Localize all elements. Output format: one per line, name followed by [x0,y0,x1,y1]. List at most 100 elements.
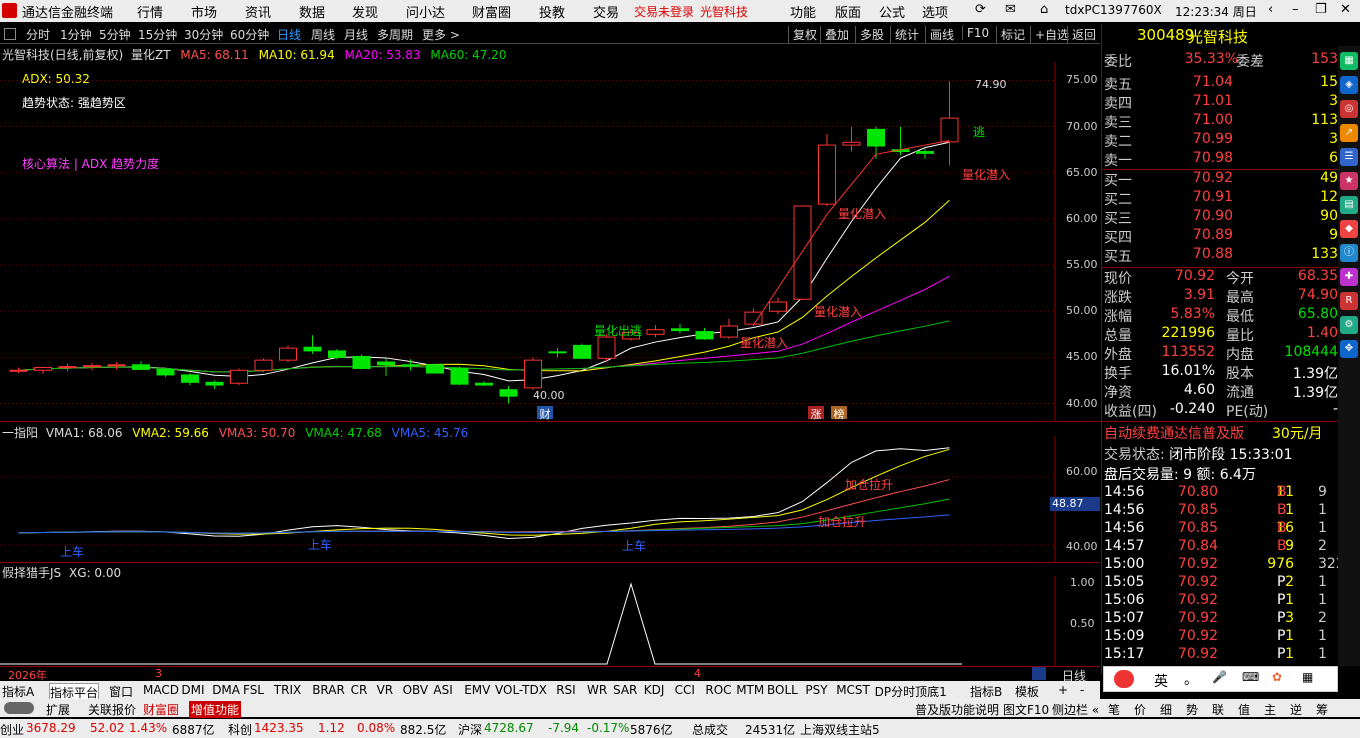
candle-body[interactable] [744,311,763,325]
quote-tab[interactable]: 筹 [1316,701,1328,718]
candle-body[interactable] [720,325,738,338]
apps-icon[interactable]: ▦ [1302,670,1313,684]
candle-body[interactable] [548,351,567,354]
indicator-tab[interactable]: OBV [403,683,429,697]
btn-f10-text[interactable]: 图文F10 [1003,701,1049,718]
tab-15min[interactable]: 15分钟 [138,26,177,43]
indicator-tab[interactable]: SAR [613,683,637,697]
quote-tab[interactable]: 值 [1238,701,1250,718]
indicator-tab[interactable]: CCI [675,683,695,697]
indicator-tab[interactable]: FSL [243,683,264,697]
candle-body[interactable] [940,117,959,143]
btn-diejia[interactable]: 叠加 [820,26,849,43]
indicator-tab[interactable]: VR [377,683,394,697]
bid-row[interactable]: 买一 70.92 49 [1102,170,1338,189]
menu-stock-name[interactable]: 光智科技 [700,3,748,20]
signal-indicator-chart[interactable] [0,576,1100,666]
indicator-tab[interactable]: VOL-TDX [495,683,547,697]
sidebar-toggle-icon[interactable] [4,28,16,40]
quote-tab[interactable]: 笔 [1108,701,1120,718]
candle-body[interactable] [132,364,150,370]
fund-icon[interactable]: ◎ [1340,100,1358,118]
settings-icon[interactable]: ⚙ [1340,316,1358,334]
candle-body[interactable] [426,364,444,374]
promo-text[interactable]: 自动续费通达信普及版 [1104,423,1244,443]
menu-hangqing[interactable]: 行情 [137,2,163,21]
link-icon[interactable]: ⌂ [1040,2,1048,17]
candle-body[interactable] [156,368,175,376]
chart-icon[interactable]: ◈ [1340,76,1358,94]
menu-banmian[interactable]: 版面 [835,2,861,21]
quote-tab[interactable]: 价 [1134,701,1146,718]
btn-tongji[interactable]: 统计 [890,26,919,43]
candle-body[interactable] [328,350,346,358]
candle-body[interactable] [9,369,28,372]
candle-body[interactable] [842,141,861,146]
candle-body[interactable] [671,328,689,332]
btn-huaxian[interactable]: 画线 [925,26,954,43]
limit-up-marker[interactable]: 涨 [808,406,824,421]
menu-wenxiaoda[interactable]: 问小达 [406,2,445,21]
menu-shichang[interactable]: 市场 [191,2,217,21]
indicator-tab[interactable]: DMI [181,683,204,697]
quote-tab[interactable]: 细 [1160,701,1172,718]
trend-icon[interactable]: ↗ [1340,124,1358,142]
indicator-tab[interactable]: MCST [836,683,870,697]
btn-expand[interactable]: 扩展 [46,701,70,718]
candle-body[interactable] [34,367,52,371]
btn-duogu[interactable]: 多股 [855,26,884,43]
list-icon[interactable]: ☰ [1340,148,1358,166]
menu-toujiao[interactable]: 投教 [539,2,565,21]
btn-value-added[interactable]: 增值功能 [189,701,242,718]
candle-body[interactable] [475,382,493,386]
ime-lang[interactable]: 英 [1154,671,1168,691]
btn-add-watchlist[interactable]: +自选 [1030,26,1069,43]
refresh-icon[interactable]: ⟳ [975,2,986,17]
indicator-tab[interactable]: 指标A [2,683,34,700]
minimize-icon[interactable]: – [1292,2,1299,17]
scroll-handle[interactable] [1032,667,1046,680]
menu-faxian[interactable]: 发现 [352,2,378,21]
grid-icon[interactable]: ▦ [1340,52,1358,70]
expand-toggle-icon[interactable] [4,702,34,714]
quote-tab[interactable]: 主 [1264,701,1276,718]
menu-caifuquan[interactable]: 财富圈 [472,2,511,21]
candle-body[interactable] [83,365,101,368]
tab-multi-period[interactable]: 多周期 [377,26,413,43]
candle-body[interactable] [818,144,836,205]
menu-gongneng[interactable]: 功能 [790,2,816,21]
hot-icon[interactable]: ◆ [1340,220,1358,238]
ask-row[interactable]: 卖五 71.04 15 [1102,74,1338,93]
tab-fenshi[interactable]: 分时 [26,26,50,43]
btn-fuquan[interactable]: 复权 [788,26,817,43]
indicator-tab-right[interactable]: + [1058,683,1068,697]
close-icon[interactable]: ✕ [1340,2,1351,17]
candle-body[interactable] [230,369,248,384]
candle-body[interactable] [58,366,77,369]
indicator-tab[interactable]: PSY [805,683,827,697]
btn-sidebar[interactable]: 侧边栏 « [1052,701,1099,718]
back-icon[interactable]: ‹ [1268,2,1273,17]
candle-body[interactable] [646,329,665,335]
keyboard-icon[interactable]: ⌨ [1242,670,1259,684]
quote-tab[interactable]: 联 [1212,701,1224,718]
indicator-tab[interactable]: DP分时顶底1 [875,683,947,700]
tab-30min[interactable]: 30分钟 [184,26,223,43]
candle-body[interactable] [695,331,714,340]
bid-row[interactable]: 买三 70.90 90 [1102,208,1338,227]
indicator-tab[interactable]: EMV [464,683,490,697]
skin-icon[interactable]: ✿ [1272,670,1282,684]
btn-version-info[interactable]: 普及版功能说明 [915,701,999,718]
message-icon[interactable]: ✉ [1005,2,1016,17]
ask-row[interactable]: 卖一 70.98 6 [1102,150,1338,169]
ask-row[interactable]: 卖三 71.00 113 [1102,112,1338,131]
news-icon[interactable]: ▤ [1340,196,1358,214]
ime-logo-icon[interactable] [1114,670,1134,688]
indicator-tab[interactable]: WR [587,683,607,697]
mic-icon[interactable]: 🎤 [1212,670,1227,684]
star-icon[interactable]: ★ [1340,172,1358,190]
server-name[interactable]: 上海双线主站5 [800,721,880,738]
tab-more[interactable]: 更多 > [422,26,460,43]
volume-ma-chart[interactable] [0,436,1100,562]
candle-body[interactable] [377,361,395,366]
